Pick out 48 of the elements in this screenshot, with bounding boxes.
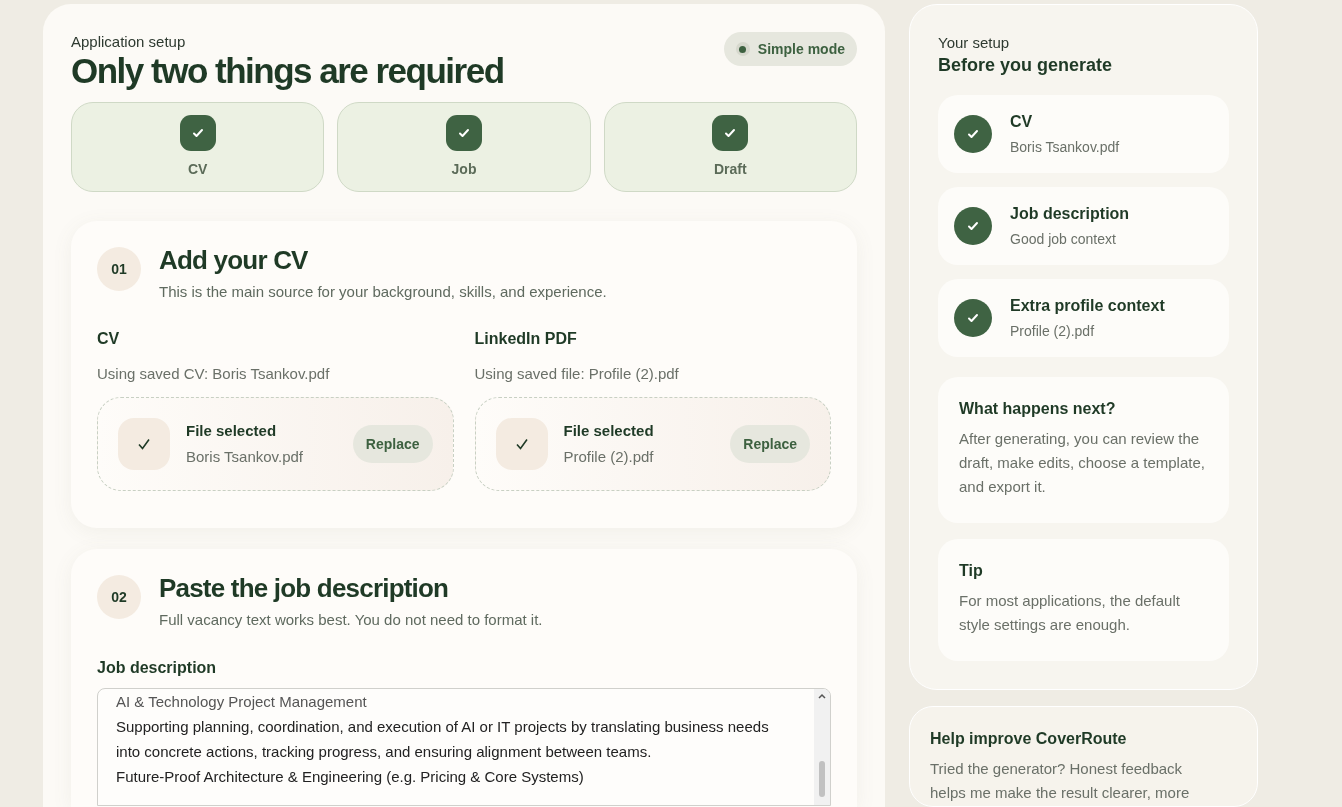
item-detail: Boris Tsankov.pdf: [1010, 138, 1120, 157]
scroll-up-icon[interactable]: [818, 692, 826, 699]
step-number: 01: [97, 247, 141, 291]
sidebar-title: Before you generate: [938, 54, 1114, 77]
file-status: File selected: [563, 420, 655, 441]
card-title: Tip: [959, 561, 984, 581]
item-title: Extra profile context: [1010, 296, 1165, 316]
card-text: After generating, you can review the draft, make edits, choose a template, and export it.: [959, 429, 1206, 497]
section-title: Add your CV: [159, 245, 309, 275]
item-title: Job description: [1010, 204, 1130, 224]
replace-button[interactable]: Replace: [730, 425, 810, 463]
field-label: LinkedIn PDF: [474, 328, 578, 349]
upload-dropzone[interactable]: File selected Boris Tsankov.pdf Replace: [97, 397, 454, 491]
file-name: Profile (2).pdf: [563, 447, 655, 467]
card-title: Help improve CoverRoute: [930, 729, 1128, 749]
scrollbar[interactable]: [814, 688, 830, 805]
saved-file-note: Using saved CV: Boris Tsankov.pdf: [97, 363, 331, 384]
job-description-field[interactable]: [97, 687, 831, 806]
page-title: Only two things are required: [71, 52, 504, 90]
section-subtitle: Full vacancy text works best. You do not need to format it.: [159, 610, 543, 630]
replace-button[interactable]: Replace: [352, 425, 433, 463]
card-title: What happens next?: [959, 399, 1117, 419]
section-title: Paste the job description: [159, 573, 450, 603]
text-line: Supporting planning, coordination, and execution of AI or IT projects by translating business needs into concrete actions, tracking progress, and ensuring alignment between teams.: [116, 716, 770, 762]
step-label: Draft: [714, 159, 747, 179]
upload-dropzone[interactable]: File selected Profile (2).pdf Replace: [474, 397, 831, 491]
check-icon: [137, 437, 151, 451]
card-text: For most applications, the default style settings are enough.: [959, 591, 1181, 635]
check-icon: [514, 437, 529, 451]
section-subtitle: This is the main source for your background, skills, and experience.: [159, 282, 607, 302]
field-label: Job description: [97, 657, 218, 678]
item-title: CV: [1010, 112, 1034, 132]
eyebrow-text: Application setup: [71, 32, 187, 52]
file-name: Boris Tsankov.pdf: [186, 447, 304, 467]
item-detail: Good job context: [1010, 230, 1117, 249]
text-line: AI & Technology Project Management: [116, 691, 368, 712]
step-label: CV: [187, 159, 208, 179]
scrollbar-thumb[interactable]: [819, 760, 825, 797]
eyebrow-text: Your setup: [938, 33, 1011, 53]
item-detail: Profile (2).pdf: [1010, 322, 1096, 341]
step-number: 02: [97, 575, 141, 619]
field-label: CV: [97, 328, 121, 349]
step-label: Job: [451, 159, 477, 179]
card-text: Tried the generator? Honest feedback helps me make the result clearer, more: [930, 759, 1191, 803]
saved-file-note: Using saved file: Profile (2).pdf: [474, 363, 680, 384]
text-line: Future-Proof Architecture & Engineering (e.g. Pricing & Core Systems): [116, 766, 585, 787]
file-status: File selected: [186, 420, 278, 441]
mode-toggle[interactable]: Simple mode: [723, 32, 857, 66]
